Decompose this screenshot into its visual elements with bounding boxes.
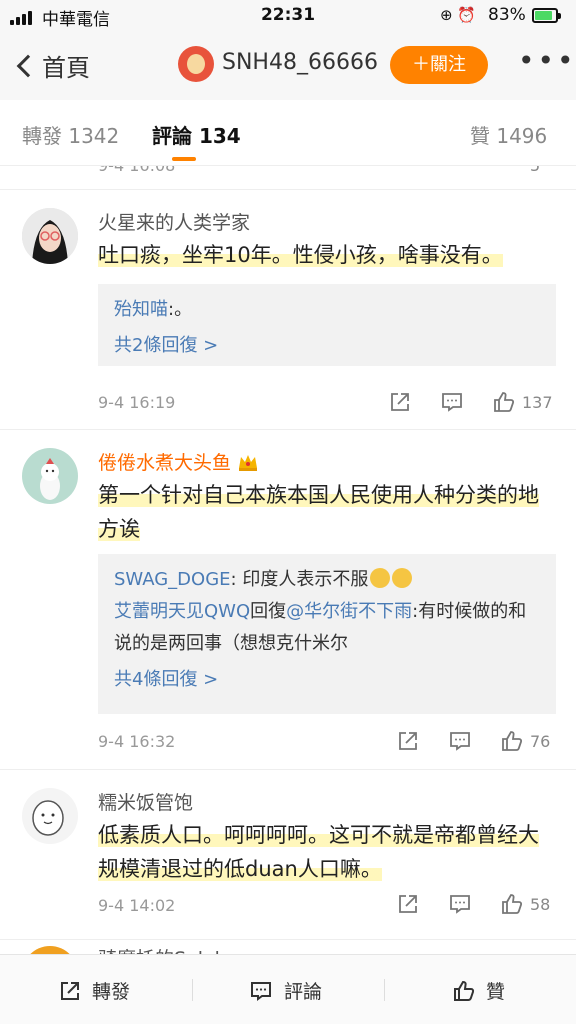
comment-icon[interactable] bbox=[448, 892, 472, 916]
divider bbox=[192, 979, 193, 1001]
bottom-action-bar: 轉發 評論 贊 bbox=[0, 954, 576, 1024]
partial-comment-bottom: 骑摩托的Saloh bbox=[0, 940, 576, 954]
comment-text: 低素质人口。呵呵呵呵。这可不就是帝都曾经大规模清退过的低duan人口嘛。 bbox=[98, 823, 539, 881]
like-count: 76 bbox=[530, 731, 551, 751]
like-count: 137 bbox=[522, 392, 553, 412]
reply-box[interactable]: SWAG_DOGE: 印度人表示不服 艾蕾明天见QWQ回復@华尔街不下雨:有时候… bbox=[98, 554, 556, 714]
commenter-avatar[interactable] bbox=[22, 788, 78, 844]
tab-comments[interactable]: 評論 134 bbox=[152, 120, 241, 149]
comment-icon[interactable] bbox=[448, 729, 472, 753]
nav-bar: 首頁 SNH48_66666 ＋關注 ••• bbox=[0, 32, 576, 100]
chevron-left-icon bbox=[16, 54, 40, 77]
thumbs-up-icon bbox=[454, 980, 475, 1001]
commenter-name[interactable]: 火星来的人类学家 bbox=[98, 208, 250, 235]
partial-comment-top: 9-4 16:08 5 bbox=[0, 166, 576, 190]
battery-percent: 83% bbox=[488, 5, 526, 25]
comment-text: 吐口痰，坐牢10年。性侵小孩，啥事没有。 bbox=[98, 243, 503, 267]
comment-time: 9-4 16:08 bbox=[98, 166, 175, 175]
vip-crown-icon bbox=[239, 455, 258, 471]
like-button[interactable]: 贊 bbox=[452, 977, 505, 1004]
like-button[interactable]: 58 bbox=[500, 892, 550, 916]
repost-icon bbox=[61, 981, 79, 1000]
like-button[interactable]: 76 bbox=[500, 729, 550, 753]
status-icons: ⊕ ⏰ bbox=[440, 6, 477, 24]
more-replies-link[interactable]: 共4條回復 > bbox=[114, 660, 540, 700]
repost-icon[interactable] bbox=[396, 729, 420, 753]
back-label: 首頁 bbox=[42, 54, 90, 82]
commenter-avatar[interactable] bbox=[22, 448, 78, 504]
comment-item: 糯米饭管饱 低素质人口。呵呵呵呵。这可不就是帝都曾经大规模清退过的低duan人口… bbox=[0, 770, 576, 940]
tab-repost[interactable]: 轉發 1342 bbox=[22, 120, 119, 149]
more-options-button[interactable]: ••• bbox=[518, 44, 576, 77]
reply-box[interactable]: 殆知喵:。 共2條回復 > bbox=[98, 284, 556, 366]
comment-button[interactable]: 評論 bbox=[248, 977, 322, 1004]
like-count: 58 bbox=[530, 894, 551, 914]
reply-item: 艾蕾明天见QWQ回復@华尔街不下雨:有时候做的和说的是两回事（想想克什米尔 bbox=[114, 601, 527, 654]
reply-item: SWAG_DOGE: 印度人表示不服 bbox=[114, 564, 540, 596]
follow-button[interactable]: ＋關注 bbox=[390, 46, 488, 84]
comment-time: 9-4 14:02 bbox=[98, 896, 176, 915]
reply-item: 殆知喵:。 bbox=[114, 299, 193, 320]
status-bar: 中華電信 22:31 ⊕ ⏰ 83% bbox=[0, 0, 576, 32]
divider bbox=[384, 979, 385, 1001]
commenter-name[interactable]: 骑摩托的Saloh bbox=[98, 944, 227, 954]
comment-text: 第一个针对自己本族本国人民使用人种分类的地方诶 bbox=[98, 483, 539, 541]
back-button[interactable]: 首頁 bbox=[16, 48, 90, 83]
comment-icon bbox=[251, 981, 271, 1001]
doge-emoji-icon bbox=[392, 568, 413, 588]
username[interactable]: SNH48_66666 bbox=[222, 50, 378, 75]
commenter-avatar[interactable] bbox=[22, 946, 78, 954]
commenter-avatar[interactable] bbox=[22, 208, 78, 264]
repost-button[interactable]: 轉發 bbox=[58, 977, 130, 1004]
comment-item: 倦倦水煮大头鱼 第一个针对自己本族本国人民使用人种分类的地方诶 SWAG_DOG… bbox=[0, 430, 576, 770]
tab-bar: 轉發 1342 評論 134 贊 1496 bbox=[0, 100, 576, 166]
like-count[interactable]: 5 bbox=[530, 166, 540, 175]
repost-icon[interactable] bbox=[388, 390, 412, 414]
comment-time: 9-4 16:32 bbox=[98, 732, 176, 751]
comment-icon[interactable] bbox=[440, 390, 464, 414]
commenter-name[interactable]: 糯米饭管饱 bbox=[98, 788, 193, 815]
more-replies-link[interactable]: 共2條回復 > bbox=[114, 326, 540, 366]
battery-icon bbox=[532, 8, 561, 23]
commenter-name[interactable]: 倦倦水煮大头鱼 bbox=[98, 448, 259, 475]
like-button[interactable]: 137 bbox=[492, 390, 553, 414]
avatar[interactable] bbox=[178, 46, 214, 82]
repost-icon[interactable] bbox=[396, 892, 420, 916]
comment-item: 火星来的人类学家 吐口痰，坐牢10年。性侵小孩，啥事没有。 殆知喵:。 共2條回… bbox=[0, 190, 576, 430]
comment-time: 9-4 16:19 bbox=[98, 393, 176, 412]
active-tab-indicator bbox=[172, 157, 196, 161]
tab-likes[interactable]: 贊 1496 bbox=[470, 120, 547, 149]
doge-emoji-icon bbox=[370, 568, 391, 588]
